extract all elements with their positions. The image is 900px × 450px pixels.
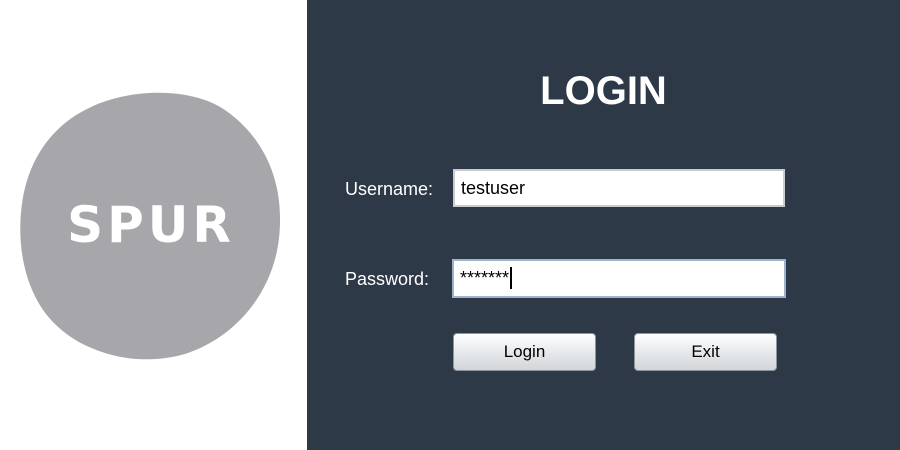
login-panel: LOGIN Username: testuser Password: *****…: [307, 0, 900, 450]
password-input[interactable]: *******: [452, 259, 786, 298]
logo-pane: SPUR: [0, 0, 307, 450]
exit-button[interactable]: Exit: [634, 333, 777, 371]
login-title: LOGIN: [540, 69, 667, 113]
login-button[interactable]: Login: [453, 333, 596, 371]
text-caret: [510, 267, 513, 290]
logo-text: SPUR: [67, 196, 235, 254]
username-input[interactable]: testuser: [453, 169, 785, 207]
password-value: *******: [460, 268, 510, 288]
username-label: Username:: [345, 179, 434, 199]
password-label: Password:: [345, 269, 430, 289]
username-value: testuser: [461, 178, 526, 198]
spur-logo: SPUR: [15, 88, 283, 360]
